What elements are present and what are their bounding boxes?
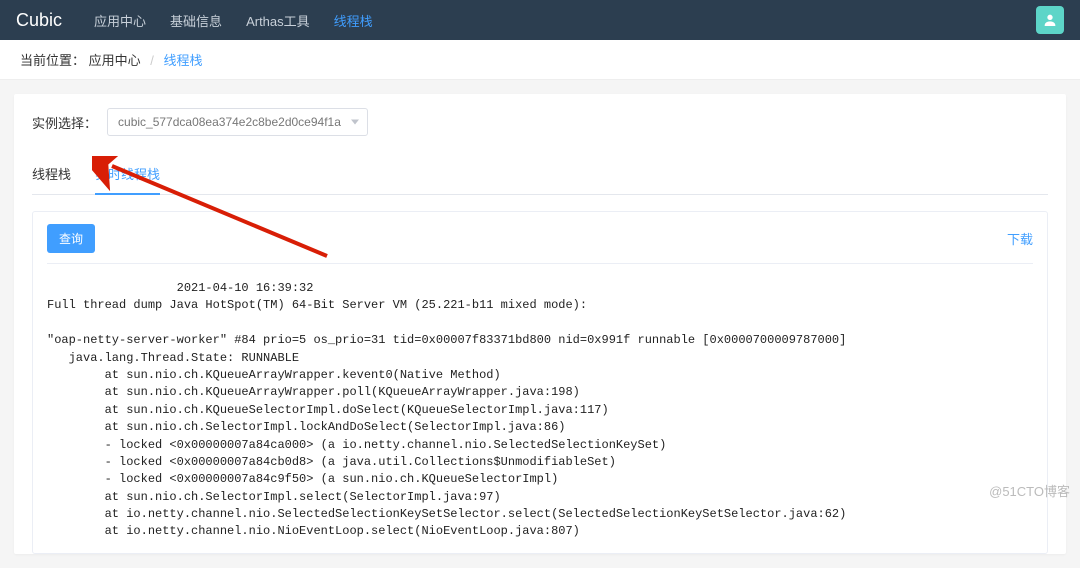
download-link[interactable]: 下载 xyxy=(1007,229,1033,248)
query-button[interactable]: 查询 xyxy=(47,224,95,253)
nav-thread-stack[interactable]: 线程栈 xyxy=(334,11,373,30)
nav-basic-info[interactable]: 基础信息 xyxy=(170,11,222,30)
top-navigation: Cubic 应用中心 基础信息 Arthas工具 线程栈 xyxy=(0,0,1080,40)
instance-select-value: cubic_577dca08ea374e2c8be2d0ce94f1a xyxy=(118,115,341,129)
watermark: @51CTO博客 xyxy=(989,481,1070,500)
action-row: 查询 下载 xyxy=(47,224,1033,264)
avatar[interactable] xyxy=(1036,6,1064,34)
instance-selector-label: 实例选择： xyxy=(32,113,97,132)
chevron-down-icon xyxy=(351,120,359,125)
main-card: 实例选择： cubic_577dca08ea374e2c8be2d0ce94f1… xyxy=(14,94,1066,554)
breadcrumb-sep: / xyxy=(150,53,154,68)
breadcrumb-label: 当前位置： xyxy=(20,53,85,68)
nav-arthas-tools[interactable]: Arthas工具 xyxy=(246,11,310,30)
breadcrumb-app[interactable]: 应用中心 xyxy=(89,53,141,68)
nav-app-center[interactable]: 应用中心 xyxy=(94,11,146,30)
nav-left: Cubic 应用中心 基础信息 Arthas工具 线程栈 xyxy=(16,10,373,31)
tab-thread-stack[interactable]: 线程栈 xyxy=(32,164,71,194)
breadcrumb-current: 线程栈 xyxy=(164,53,203,68)
content-card: 查询 下载 2021-04-10 16:39:32 Full thread du… xyxy=(32,211,1048,554)
thread-dump-output: 2021-04-10 16:39:32 Full thread dump Jav… xyxy=(47,264,1033,541)
instance-select[interactable]: cubic_577dca08ea374e2c8be2d0ce94f1a xyxy=(107,108,368,136)
instance-selector-row: 实例选择： cubic_577dca08ea374e2c8be2d0ce94f1… xyxy=(32,108,1048,142)
tab-realtime-thread-stack[interactable]: 实时线程栈 xyxy=(95,164,160,195)
tabs: 线程栈 实时线程栈 xyxy=(32,164,1048,195)
page-body: 实例选择： cubic_577dca08ea374e2c8be2d0ce94f1… xyxy=(0,80,1080,568)
breadcrumb: 当前位置： 应用中心 / 线程栈 xyxy=(0,40,1080,80)
brand-logo: Cubic xyxy=(16,10,62,31)
